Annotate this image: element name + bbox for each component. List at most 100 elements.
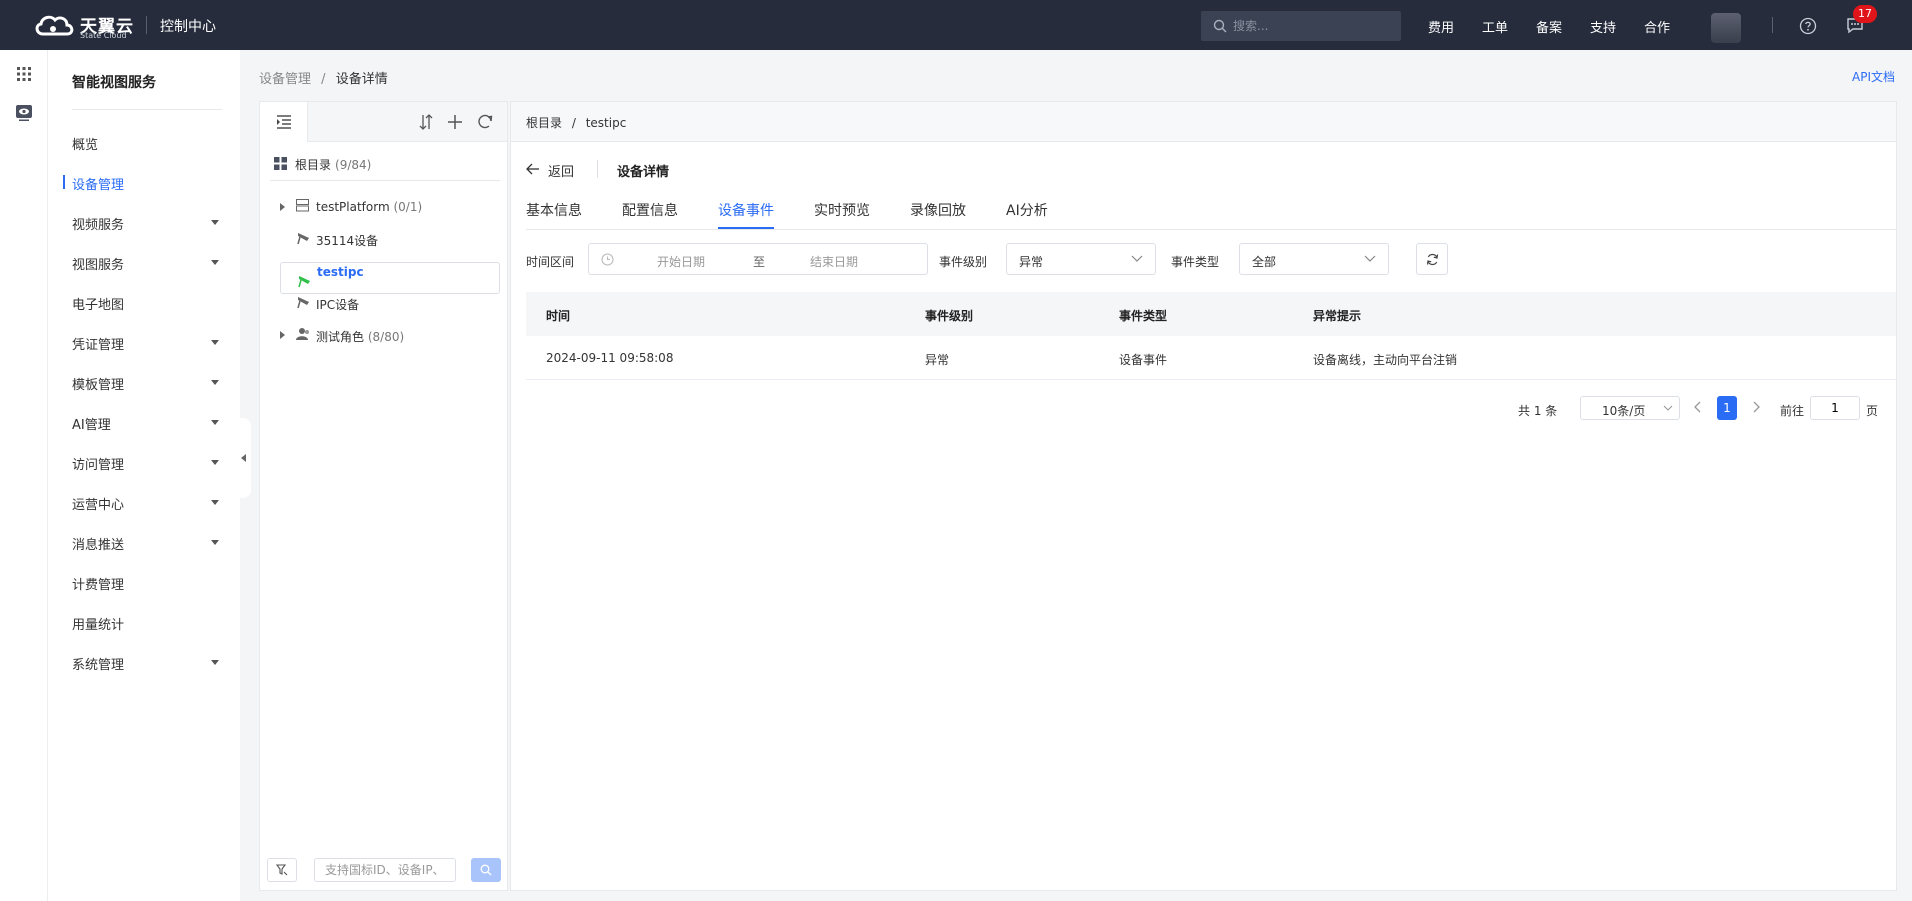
clock-icon xyxy=(601,253,614,266)
nav-filing[interactable]: 备案 xyxy=(1536,17,1562,36)
grid-folder-icon xyxy=(274,157,287,170)
sidebar-item-templates[interactable]: 模板管理 xyxy=(48,362,240,402)
search-input[interactable] xyxy=(1233,11,1393,41)
expand-icon[interactable] xyxy=(280,203,285,211)
page-size-value: 10条/页 xyxy=(1602,404,1646,418)
start-date-field[interactable]: 开始日期 xyxy=(657,253,705,270)
tree-node-device[interactable]: IPC设备 xyxy=(280,294,500,314)
next-page-icon[interactable] xyxy=(1752,401,1760,413)
sidebar-item-label: 消息推送 xyxy=(72,538,125,553)
divider xyxy=(1772,17,1773,33)
tree-search-bar xyxy=(260,854,507,890)
console-title[interactable]: 控制中心 xyxy=(160,16,216,36)
tree-search-button[interactable] xyxy=(471,858,501,882)
sidebar-item-operations[interactable]: 运营中心 xyxy=(48,482,240,522)
sidebar-item-label: 模板管理 xyxy=(72,378,125,393)
sidebar-item-push[interactable]: 消息推送 xyxy=(48,522,240,562)
users-icon xyxy=(296,328,309,340)
add-icon[interactable] xyxy=(447,113,463,131)
tree-node-count: (0/1) xyxy=(393,200,423,214)
tree-node-device[interactable]: 35114设备 xyxy=(280,230,500,250)
avatar[interactable] xyxy=(1711,13,1741,43)
sidebar-item-credentials[interactable]: 凭证管理 xyxy=(48,322,240,362)
tab-live-preview[interactable]: 实时预览 xyxy=(814,200,870,229)
breadcrumb-root[interactable]: 根目录 xyxy=(526,116,562,130)
tree-node-platform[interactable]: testPlatform (0/1) xyxy=(280,198,500,218)
apps-grid-icon[interactable] xyxy=(17,67,31,81)
tab-device-events[interactable]: 设备事件 xyxy=(718,200,774,229)
cell-time: 2024-09-11 09:58:08 xyxy=(546,351,674,365)
prev-page-icon[interactable] xyxy=(1694,401,1702,413)
expand-icon[interactable] xyxy=(280,331,285,339)
tree-root[interactable]: 根目录 (9/84) xyxy=(274,156,371,173)
breadcrumb-parent[interactable]: 设备管理 xyxy=(259,72,311,87)
tree-search-input[interactable] xyxy=(314,858,456,882)
sidebar-item-usage[interactable]: 用量统计 xyxy=(48,602,240,642)
cell-type: 设备事件 xyxy=(1119,353,1168,367)
column-header-type: 事件类型 xyxy=(1119,309,1168,323)
sidebar-item-system[interactable]: 系统管理 xyxy=(48,642,240,682)
range-separator: 至 xyxy=(753,255,766,269)
nav-tickets[interactable]: 工单 xyxy=(1482,17,1508,36)
chevron-down-icon xyxy=(211,660,219,665)
column-header-level: 事件级别 xyxy=(925,309,974,323)
tree-node-label: testPlatform xyxy=(316,200,390,214)
sort-icon[interactable] xyxy=(418,113,434,131)
logo-subtext: State Cloud xyxy=(80,31,127,40)
sidebar-item-e-map[interactable]: 电子地图 xyxy=(48,282,240,322)
tree-node-role[interactable]: 测试角色 (8/80) xyxy=(280,326,500,346)
sidebar-item-video-service[interactable]: 视频服务 xyxy=(48,202,240,242)
sidebar-item-view-service[interactable]: 视图服务 xyxy=(48,242,240,282)
collapse-tree-button[interactable] xyxy=(260,102,308,142)
nav-partner[interactable]: 合作 xyxy=(1644,17,1670,36)
tab-basic-info[interactable]: 基本信息 xyxy=(526,200,582,229)
refresh-button[interactable] xyxy=(1416,243,1448,275)
sidebar-item-access[interactable]: 访问管理 xyxy=(48,442,240,482)
tab-ai-analysis[interactable]: AI分析 xyxy=(1006,200,1048,229)
tree-node-testipc-selected[interactable]: testipc xyxy=(280,262,500,294)
nav-support[interactable]: 支持 xyxy=(1590,17,1616,36)
panel-breadcrumb: 根目录 / testipc xyxy=(511,102,1896,142)
filter-button[interactable] xyxy=(267,858,297,882)
breadcrumb: 设备管理 / 设备详情 xyxy=(259,68,388,87)
chevron-down-icon xyxy=(211,220,219,225)
date-range-picker[interactable]: 开始日期 至 结束日期 xyxy=(588,243,928,275)
cloud-logo-icon[interactable] xyxy=(33,12,75,38)
event-type-select[interactable]: 全部 xyxy=(1239,243,1389,275)
event-type-label: 事件类型 xyxy=(1171,255,1220,269)
sidebar-item-overview[interactable]: 概览 xyxy=(48,122,240,162)
event-level-select[interactable]: 异常 xyxy=(1006,243,1156,275)
breadcrumb-current: 设备详情 xyxy=(335,72,388,87)
sidebar-collapse-handle[interactable] xyxy=(237,418,251,498)
search-icon xyxy=(1213,19,1227,33)
help-icon[interactable] xyxy=(1799,17,1817,35)
sidebar-item-billing[interactable]: 计费管理 xyxy=(48,562,240,602)
sidebar-title: 智能视图服务 xyxy=(72,75,156,91)
goto-page-input[interactable] xyxy=(1810,396,1860,420)
global-search[interactable] xyxy=(1201,11,1401,41)
sidebar-item-ai-management[interactable]: AI管理 xyxy=(48,402,240,442)
detail-tabs: 基本信息 配置信息 设备事件 实时预览 录像回放 AI分析 xyxy=(526,198,1896,230)
chevron-down-icon xyxy=(211,540,219,545)
nav-fees[interactable]: 费用 xyxy=(1428,17,1454,36)
chevron-down-icon xyxy=(1663,405,1673,411)
sidebar-item-label: 视图服务 xyxy=(72,258,125,273)
event-level-label: 事件级别 xyxy=(939,255,988,269)
page-number-current[interactable]: 1 xyxy=(1717,396,1737,420)
refresh-icon xyxy=(1426,253,1439,266)
tab-config-info[interactable]: 配置信息 xyxy=(622,200,678,229)
refresh-icon[interactable] xyxy=(476,113,494,131)
top-bar: 天翼云 State Cloud 控制中心 费用 工单 备案 支持 合作 17 xyxy=(0,0,1912,50)
server-icon xyxy=(296,199,309,212)
tree-root-label: 根目录 xyxy=(295,158,332,172)
page-size-select[interactable]: 10条/页 xyxy=(1580,396,1680,420)
breadcrumb-separator: / xyxy=(571,116,576,130)
view-service-icon[interactable] xyxy=(15,104,33,122)
sidebar-item-device-management[interactable]: 设备管理 xyxy=(48,162,240,202)
sidebar-item-label: 运营中心 xyxy=(72,498,125,513)
table-row: 2024-09-11 09:58:08 异常 设备事件 设备离线，主动向平台注销 xyxy=(526,336,1896,380)
end-date-field[interactable]: 结束日期 xyxy=(810,253,858,270)
tab-playback[interactable]: 录像回放 xyxy=(910,200,966,229)
sidebar-item-label: 视频服务 xyxy=(72,218,125,233)
api-docs-link[interactable]: API文档 xyxy=(1852,68,1895,85)
